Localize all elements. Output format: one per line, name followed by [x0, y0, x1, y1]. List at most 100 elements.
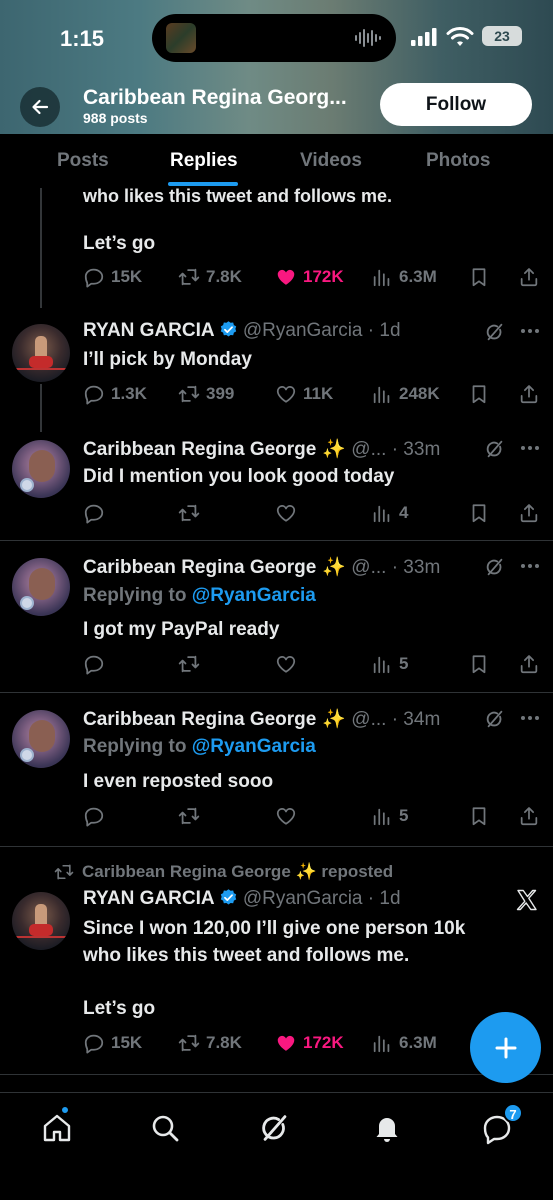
- share-button[interactable]: [518, 803, 546, 829]
- like-button[interactable]: 11K: [275, 381, 333, 407]
- mention-link[interactable]: @RyanGarcia: [192, 585, 316, 606]
- like-button[interactable]: [275, 651, 303, 677]
- tweet-author-row[interactable]: RYAN GARCIA @RyanGarcia · 1d: [83, 888, 401, 910]
- views-button[interactable]: 6.3M: [371, 1030, 437, 1056]
- avatar[interactable]: [12, 558, 70, 616]
- search-icon[interactable]: [148, 1111, 182, 1145]
- more-icon[interactable]: [520, 444, 540, 452]
- avatar[interactable]: [12, 892, 70, 950]
- repost-button[interactable]: [178, 803, 206, 829]
- more-icon[interactable]: [520, 714, 540, 722]
- back-button[interactable]: [20, 87, 60, 127]
- tweet-author-row[interactable]: RYAN GARCIA @RyanGarcia · 1d: [83, 320, 401, 342]
- tab-replies[interactable]: Replies: [170, 150, 238, 172]
- views-button[interactable]: 5: [371, 651, 408, 677]
- views-button[interactable]: 248K: [371, 381, 440, 407]
- repost-button[interactable]: [178, 500, 206, 526]
- wifi-icon: [446, 27, 474, 46]
- tweet-text-line: who likes this tweet and follows me.: [83, 945, 410, 966]
- repost-icon: [54, 862, 74, 882]
- views-button[interactable]: 6.3M: [371, 264, 437, 290]
- tab-videos[interactable]: Videos: [300, 150, 362, 172]
- tweet-author-row[interactable]: Caribbean Regina George ✨ @... · 34m: [83, 707, 440, 731]
- grok-icon[interactable]: [484, 321, 506, 343]
- views-button[interactable]: 4: [371, 500, 408, 526]
- follow-button[interactable]: Follow: [380, 83, 532, 126]
- like-button[interactable]: [275, 500, 303, 526]
- grok-icon[interactable]: [484, 438, 506, 460]
- author-handle: @... · 34m: [351, 709, 441, 730]
- reply-button[interactable]: [83, 500, 111, 526]
- tweet-actions: 5: [83, 803, 543, 829]
- author-handle: @RyanGarcia · 1d: [242, 320, 401, 341]
- like-button[interactable]: 172K: [275, 264, 344, 290]
- repost-context[interactable]: Caribbean Regina George ✨ reposted: [54, 862, 393, 882]
- dynamic-island[interactable]: [152, 14, 396, 62]
- more-icon[interactable]: [520, 562, 540, 570]
- reply-icon: [83, 1032, 105, 1054]
- mention-link[interactable]: @RyanGarcia: [192, 736, 316, 757]
- compose-button[interactable]: [470, 1012, 541, 1083]
- verified-icon: [219, 888, 238, 907]
- replying-to-label: Replying to: [83, 585, 187, 606]
- reply-icon: [83, 502, 105, 524]
- messages-badge: 7: [503, 1103, 523, 1123]
- share-button[interactable]: [518, 264, 546, 290]
- home-icon[interactable]: [40, 1111, 74, 1145]
- reply-button[interactable]: 15K: [83, 264, 142, 290]
- cellular-signal-icon: [411, 28, 437, 46]
- share-icon: [518, 383, 540, 405]
- tab-photos[interactable]: Photos: [426, 150, 490, 172]
- share-button[interactable]: [518, 500, 546, 526]
- bookmark-icon: [468, 805, 490, 827]
- bookmark-button[interactable]: [468, 264, 496, 290]
- reply-count: 15K: [111, 1033, 143, 1052]
- grok-icon[interactable]: [484, 708, 506, 730]
- like-button[interactable]: [275, 803, 303, 829]
- share-icon: [518, 805, 540, 827]
- replying-to: Replying to @RyanGarcia: [83, 736, 316, 758]
- avatar[interactable]: [12, 440, 70, 498]
- notifications-icon[interactable]: [370, 1111, 404, 1145]
- replying-to: Replying to @RyanGarcia: [83, 585, 316, 607]
- views-icon: [371, 266, 393, 288]
- heart-filled-icon: [275, 266, 297, 288]
- author-name: RYAN GARCIA: [83, 320, 215, 341]
- bookmark-button[interactable]: [468, 381, 496, 407]
- repost-button[interactable]: 7.8K: [178, 264, 242, 290]
- avatar[interactable]: [12, 324, 70, 382]
- repost-count: 7.8K: [206, 267, 242, 286]
- grok-icon[interactable]: [484, 556, 506, 578]
- like-count: 172K: [303, 1033, 344, 1052]
- more-icon[interactable]: [520, 327, 540, 335]
- tab-posts[interactable]: Posts: [57, 150, 109, 172]
- reply-button[interactable]: [83, 651, 111, 677]
- heart-icon: [275, 805, 297, 827]
- grok-nav-icon[interactable]: [258, 1111, 292, 1145]
- reply-count: 15K: [111, 267, 143, 286]
- author-handle: @... · 33m: [351, 557, 441, 578]
- tweet-author-row[interactable]: Caribbean Regina George ✨ @... · 33m: [83, 555, 440, 579]
- bookmark-icon: [468, 502, 490, 524]
- reply-button[interactable]: 1.3K: [83, 381, 147, 407]
- tweet-author-row[interactable]: Caribbean Regina George ✨ @... · 33m: [83, 437, 440, 461]
- like-button[interactable]: 172K: [275, 1030, 344, 1056]
- reply-button[interactable]: [83, 803, 111, 829]
- share-button[interactable]: [518, 381, 546, 407]
- repost-button[interactable]: [178, 651, 206, 677]
- timeline-feed[interactable]: who likes this tweet and follows me. Let…: [0, 188, 553, 1092]
- x-logo-icon: [516, 889, 537, 911]
- status-time: 1:15: [60, 26, 105, 51]
- bookmark-button[interactable]: [468, 651, 496, 677]
- verified-icon: [219, 320, 238, 339]
- repost-button[interactable]: 7.8K: [178, 1030, 242, 1056]
- bookmark-button[interactable]: [468, 803, 496, 829]
- bookmark-button[interactable]: [468, 500, 496, 526]
- tweet-text: I got my PayPal ready: [83, 619, 280, 640]
- repost-button[interactable]: 399: [178, 381, 234, 407]
- avatar[interactable]: [12, 710, 70, 768]
- tweet-text: Let’s go: [83, 233, 156, 254]
- reply-button[interactable]: 15K: [83, 1030, 142, 1056]
- share-button[interactable]: [518, 651, 546, 677]
- views-button[interactable]: 5: [371, 803, 408, 829]
